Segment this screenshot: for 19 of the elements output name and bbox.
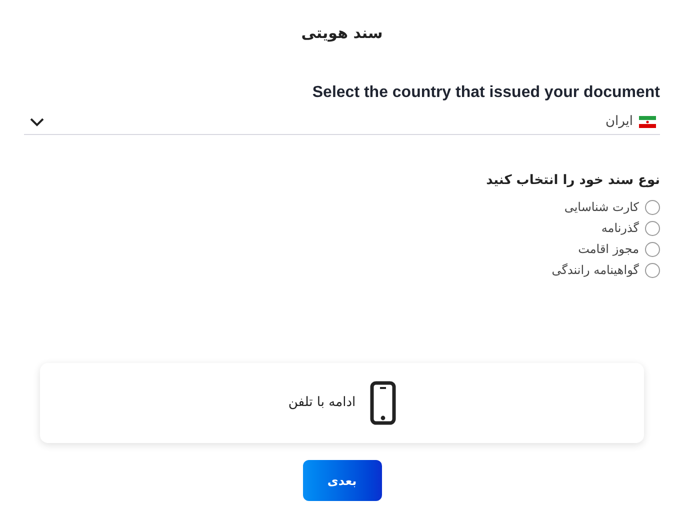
country-label: Select the country that issued your document: [312, 82, 660, 102]
country-value: ایران: [605, 113, 633, 132]
phone-card[interactable]: ادامه با تلفن: [40, 363, 644, 443]
page-title: سند هویتی: [301, 23, 383, 44]
flag-icon: [639, 116, 656, 128]
document-type-label: نوع سند خود را انتخاب کنید: [486, 172, 660, 190]
radio-button[interactable]: [645, 242, 660, 256]
radio-button[interactable]: [645, 200, 660, 214]
radio-label: گواهینامه رانندگی: [552, 262, 639, 279]
next-button[interactable]: بعدی: [302, 460, 382, 501]
country-select[interactable]: ایران: [24, 110, 660, 134]
chevron-down-icon: [30, 118, 44, 126]
phone-card-label: ادامه با تلفن: [288, 394, 356, 412]
radio-label: گذرنامه: [601, 220, 639, 237]
radio-label: کارت شناسایی: [564, 199, 639, 216]
smartphone-icon: [370, 381, 396, 425]
radio-button[interactable]: [645, 220, 660, 236]
radio-button[interactable]: [645, 262, 660, 278]
radio-label: مجوز اقامت: [578, 241, 639, 258]
